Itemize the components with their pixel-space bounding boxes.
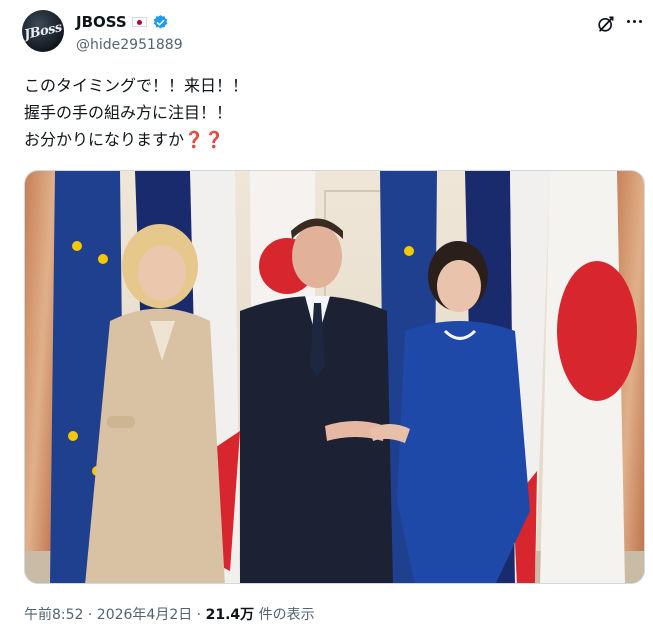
japan-flag-icon	[131, 17, 147, 27]
author-name-row: JBOSS	[76, 13, 169, 31]
tweet-line: お分かりになりますか	[24, 130, 185, 149]
tweet-photo[interactable]	[24, 170, 645, 584]
views-label: 件の表示	[254, 607, 315, 623]
display-name[interactable]: JBOSS	[76, 13, 127, 31]
more-options-icon[interactable]	[627, 20, 642, 23]
photo-illustration	[25, 171, 644, 583]
tweet-line: 握手の手の組み方に注目！！	[24, 103, 233, 122]
views-count: 21.4万	[205, 607, 255, 623]
tweet-line-with-emoji: お分かりになりますか❓❓	[24, 126, 248, 153]
tweet-line: このタイミングで！！来日！！	[24, 76, 249, 95]
tweet-text: このタイミングで！！来日！！ 握手の手の組み方に注目！！ お分かりになりますか❓…	[24, 72, 248, 153]
grok-icon[interactable]	[596, 14, 616, 34]
avatar[interactable]: JBoss	[22, 10, 64, 52]
avatar-logo-text: JBoss	[22, 19, 64, 43]
post-timestamp[interactable]: 午前8:52 · 2026年4月2日 ·	[24, 607, 206, 623]
tweet-meta: 午前8:52 · 2026年4月2日 · 21.4万 件の表示	[24, 604, 315, 624]
author-handle[interactable]: @hide2951889	[76, 37, 183, 53]
question-marks-emoji: ❓❓	[184, 130, 224, 149]
verified-badge-icon	[153, 14, 168, 29]
